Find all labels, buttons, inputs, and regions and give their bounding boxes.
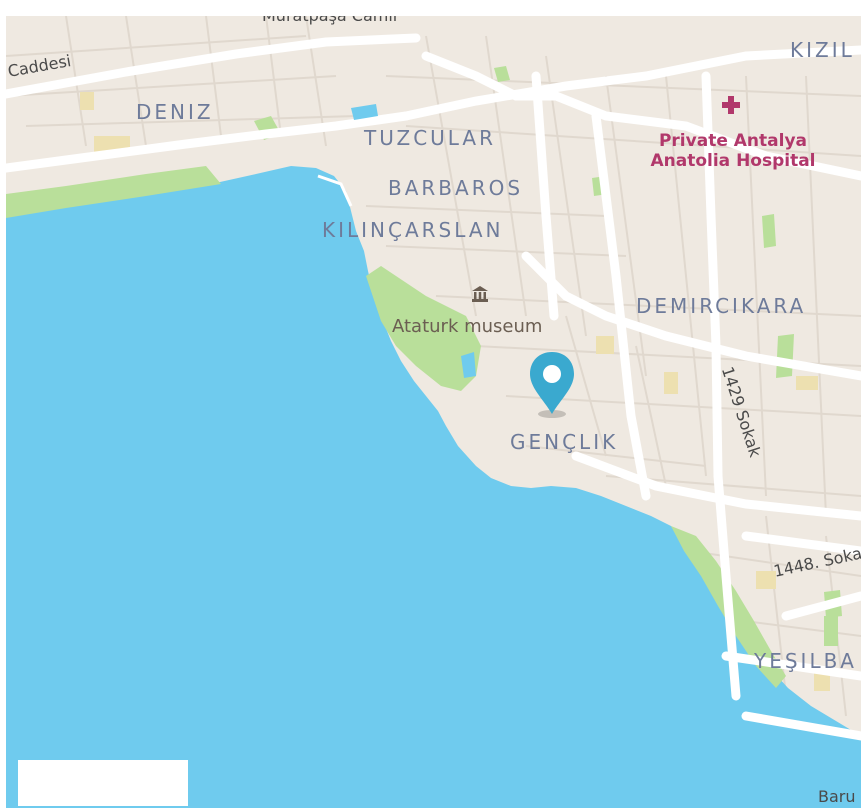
district-label-yesilba: YEŞILBA — [754, 649, 857, 673]
district-label-barbaros: BARBAROS — [388, 176, 524, 200]
hospital-label-line2: Anatolia Hospital — [650, 150, 816, 171]
map-view[interactable]: Muratpaşa Camii Caddesi KIZIL DENIZ TUZC… — [6, 16, 861, 808]
district-label-kilincarslan: KILINÇARSLAN — [322, 218, 504, 242]
hospital-cross-icon — [722, 96, 740, 114]
location-pin-marker[interactable] — [525, 348, 579, 424]
hospital-label-line1: Private Antalya — [658, 131, 808, 151]
street-label-baru: Baru — [818, 787, 856, 806]
museum-label: Ataturk museum — [392, 316, 543, 337]
district-label-deniz: DENIZ — [136, 100, 214, 124]
district-label-demircikara: DEMIRCIKARA — [636, 294, 807, 318]
map-scale-box — [18, 760, 188, 806]
museum-icon — [472, 286, 488, 302]
district-label-kizil: KIZIL — [790, 38, 855, 62]
street-label-muratpasa: Muratpaşa Camii — [262, 16, 397, 24]
district-label-tuzcular: TUZCULAR — [364, 126, 496, 150]
museum-poi[interactable]: Ataturk museum — [390, 282, 570, 342]
district-label-genclik: GENÇLIK — [510, 430, 619, 454]
location-pin-icon — [530, 352, 574, 418]
